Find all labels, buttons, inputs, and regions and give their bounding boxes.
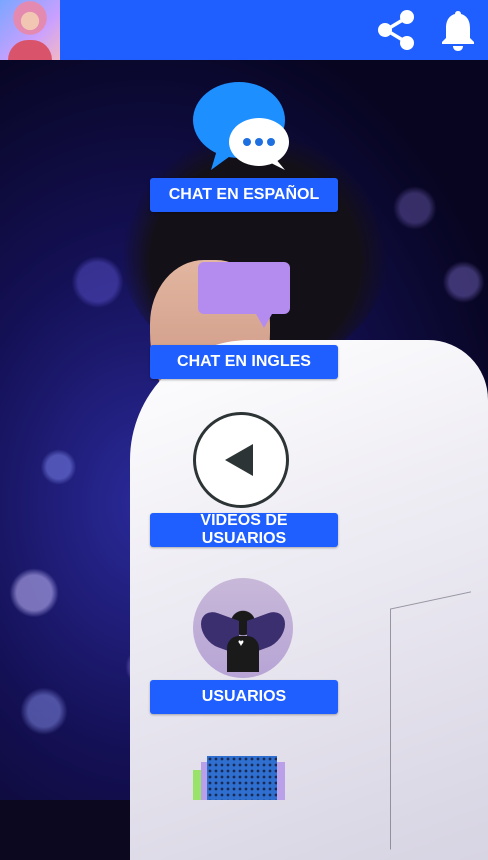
chat-english-button[interactable]: CHAT EN INGLES [150, 345, 338, 379]
user-avatar-icon[interactable]: ♥ [193, 578, 293, 678]
next-item-icon[interactable] [193, 752, 293, 800]
heart-icon: ♥ [238, 638, 244, 649]
top-app-bar [0, 0, 488, 60]
user-videos-button[interactable]: VIDEOS DE USUARIOS [150, 512, 338, 547]
play-triangle [225, 444, 253, 476]
share-button[interactable] [372, 6, 420, 54]
users-button[interactable]: USUARIOS [150, 680, 338, 714]
next-item-layer-3 [207, 756, 277, 800]
bell-icon [442, 11, 474, 51]
speech-bubble-icon[interactable] [198, 262, 290, 328]
play-icon[interactable] [193, 412, 289, 508]
avatar-shirt [8, 40, 52, 60]
profile-avatar[interactable] [0, 0, 60, 60]
hoodie-graphic [390, 591, 471, 850]
chat-spanish-button[interactable]: CHAT EN ESPAÑOL [150, 178, 338, 212]
notifications-button[interactable] [434, 6, 482, 54]
chat-bubble-icon[interactable] [193, 80, 293, 176]
share-icon [378, 10, 414, 50]
